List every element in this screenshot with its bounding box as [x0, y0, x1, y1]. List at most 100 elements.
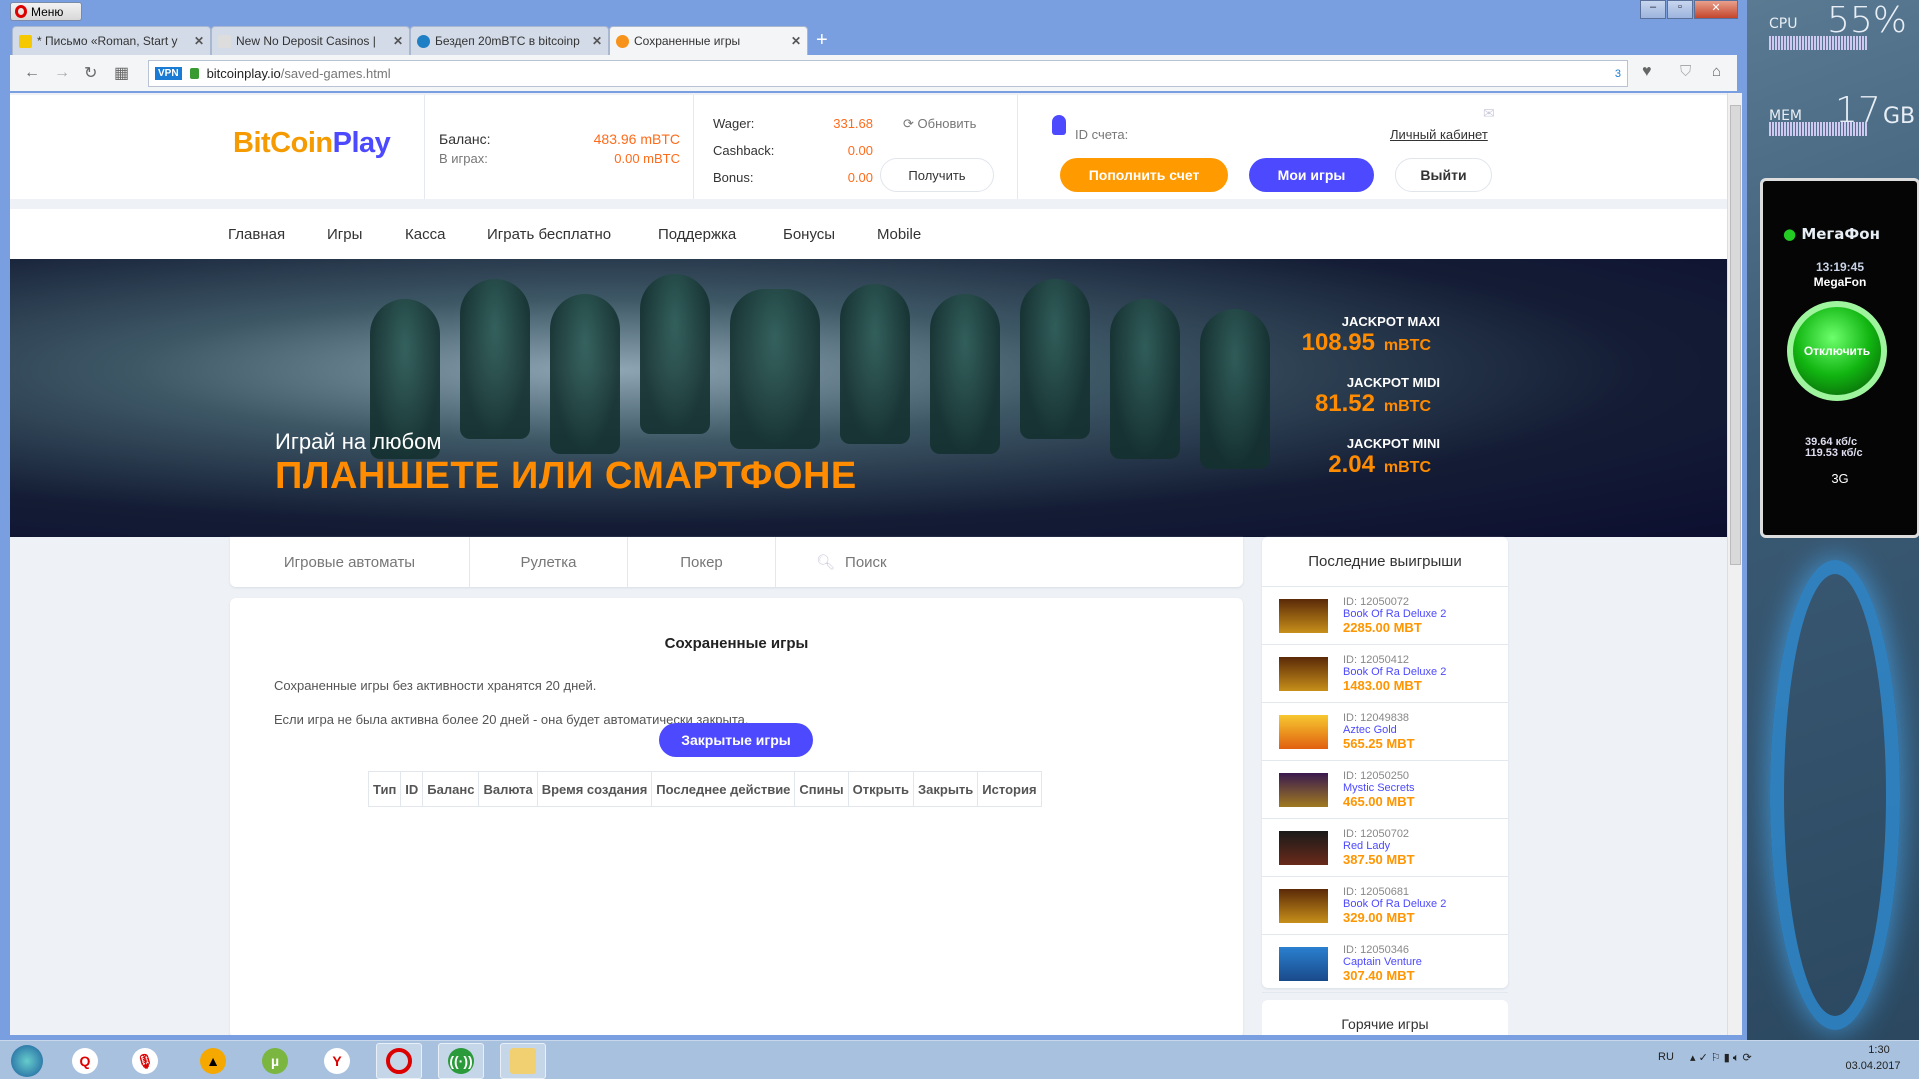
close-tab-icon[interactable]: ✕ — [393, 34, 403, 48]
tray-icons[interactable]: ▴ ✓ ⚐ ▮ 🔈︎ ⟳ — [1690, 1051, 1752, 1065]
nav-cashier[interactable]: Касса — [405, 226, 445, 243]
win-item[interactable]: ID: 12050072 Book Of Ra Deluxe 2 2285.00 M… — [1262, 587, 1508, 645]
tab-roulette[interactable]: Рулетка — [470, 537, 628, 587]
tab-title: * Письмо «Roman, Start y — [37, 34, 178, 48]
lock-icon[interactable] — [189, 68, 199, 79]
maximize-button[interactable]: ▫ — [1667, 0, 1693, 19]
win-item[interactable]: ID: 12050346 Captain Venture 307.40 MBT — [1262, 935, 1508, 993]
vpn-badge[interactable]: VPN — [155, 67, 182, 80]
win-item[interactable]: ID: 12050412 Book Of Ra Deluxe 2 1483.00 M… — [1262, 645, 1508, 703]
forward-icon[interactable]: → — [54, 64, 70, 82]
win-game-link[interactable]: Book Of Ra Deluxe 2 — [1343, 898, 1446, 910]
game-thumbnail[interactable] — [1279, 714, 1328, 749]
close-window-button[interactable]: ✕ — [1694, 0, 1738, 19]
opera-menu-button[interactable]: Меню — [10, 2, 82, 21]
page-title: Сохраненные игры — [664, 635, 809, 652]
win-game-link[interactable]: Red Lady — [1343, 840, 1415, 852]
my-games-button[interactable]: Мои игры — [1249, 158, 1374, 192]
game-thumbnail[interactable] — [1279, 888, 1328, 923]
win-item[interactable]: ID: 12050702 Red Lady 387.50 MBT — [1262, 819, 1508, 877]
win-game-link[interactable]: Mystic Secrets — [1343, 782, 1415, 794]
nav-bonuses[interactable]: Бонусы — [783, 226, 835, 243]
promo-banner[interactable]: Играй на любом ПЛАНШЕТЕ ИЛИ СМАРТФОНЕ JA… — [10, 259, 1727, 537]
tab-poker[interactable]: Покер — [628, 537, 776, 587]
adblock-count[interactable]: 3 — [1615, 68, 1621, 80]
mail-icon[interactable]: ✉ — [1483, 105, 1495, 122]
game-thumbnail[interactable] — [1279, 772, 1328, 807]
tab-slots[interactable]: Игровые автоматы — [230, 537, 470, 587]
win-game-link[interactable]: Captain Venture — [1343, 956, 1422, 968]
voice-app-icon[interactable]: 🎙︎ — [122, 1043, 168, 1079]
logout-button[interactable]: Выйти — [1395, 158, 1492, 192]
closed-games-button[interactable]: Закрытые игры — [659, 723, 813, 757]
taskbar: Q 🎙︎ ▲ µ Y ((·)) RU ▴ ✓ ⚐ ▮ 🔈︎ ⟳ 1:30 03… — [0, 1040, 1919, 1079]
win-amount: 1483.00 MBT — [1343, 678, 1422, 693]
shield-icon[interactable]: ⛉ — [1680, 63, 1691, 80]
win-game-link[interactable]: Aztec Gold — [1343, 724, 1415, 736]
search-input[interactable]: 🔍︎ Поиск — [776, 537, 1243, 587]
win-game-link[interactable]: Book Of Ra Deluxe 2 — [1343, 666, 1446, 678]
address-bar[interactable]: VPN bitcoinplay.io/saved-games.html 3 — [148, 60, 1628, 87]
browser-tab[interactable]: * Письмо «Roman, Start y ✕ — [12, 26, 211, 55]
game-thumbnail[interactable] — [1279, 830, 1328, 865]
extension-icon[interactable]: ⌂ — [1712, 63, 1721, 80]
clock-time[interactable]: 1:30 — [1854, 1044, 1904, 1056]
yandex-browser-icon[interactable]: Y — [314, 1043, 360, 1079]
minimize-button[interactable]: – — [1640, 0, 1666, 19]
get-bonus-button[interactable]: Получить — [880, 158, 994, 192]
banner-line2: ПЛАНШЕТЕ ИЛИ СМАРТФОНЕ — [275, 455, 857, 497]
game-thumbnail[interactable] — [1279, 598, 1328, 633]
scrollbar-thumb[interactable] — [1730, 105, 1741, 565]
new-tab-button[interactable]: + — [816, 26, 828, 55]
saved-games-panel: Сохраненные игры Сохраненные игры без ак… — [230, 598, 1243, 1035]
start-button[interactable] — [4, 1043, 50, 1079]
opera-icon — [15, 5, 27, 18]
site-header: BitCoinPlay Баланс: 483.96 mBTC В играх:… — [10, 95, 1727, 199]
speed-dial-icon[interactable]: ▦ — [114, 63, 130, 83]
search-app-icon[interactable]: Q — [62, 1043, 108, 1079]
mem-unit: GB — [1883, 104, 1916, 129]
cabinet-link[interactable]: Личный кабинет — [1390, 127, 1488, 142]
column-header: ID — [400, 771, 424, 807]
nav-home[interactable]: Главная — [228, 226, 285, 243]
disconnect-button[interactable]: Отключить — [1787, 301, 1887, 401]
browser-tab-active[interactable]: Сохраненные игры ✕ — [609, 26, 808, 55]
back-icon[interactable]: ← — [24, 64, 40, 82]
nav-mobile[interactable]: Mobile — [877, 226, 921, 243]
win-amount: 2285.00 MBT — [1343, 620, 1422, 635]
utorrent-icon[interactable]: µ — [252, 1043, 298, 1079]
win-item[interactable]: ID: 12050681 Book Of Ra Deluxe 2 329.00 MB… — [1262, 877, 1508, 935]
opera-taskbar-icon[interactable] — [376, 1043, 422, 1079]
wager-label: Wager: — [713, 116, 755, 131]
nav-games[interactable]: Игры — [327, 226, 362, 243]
browser-tab[interactable]: Бездеп 20mBTC в bitcoinp ✕ — [410, 26, 609, 55]
close-tab-icon[interactable]: ✕ — [592, 34, 602, 48]
browser-tab[interactable]: New No Deposit Casinos | ✕ — [211, 26, 410, 55]
tab-title: Бездеп 20mBTC в bitcoinp — [435, 34, 580, 48]
cashback-label: Cashback: — [713, 143, 775, 158]
decorative-ring — [1770, 560, 1900, 1030]
language-indicator[interactable]: RU — [1658, 1051, 1674, 1063]
win-item[interactable]: ID: 12050250 Mystic Secrets 465.00 MBT — [1262, 761, 1508, 819]
aimp-icon[interactable]: ▲ — [190, 1043, 236, 1079]
deposit-button[interactable]: Пополнить счет — [1060, 158, 1228, 192]
site-logo[interactable]: BitCoinPlay — [233, 127, 391, 160]
web-page: BitCoinPlay Баланс: 483.96 mBTC В играх:… — [10, 93, 1727, 1035]
game-thumbnail[interactable] — [1279, 946, 1328, 981]
game-thumbnail[interactable] — [1279, 656, 1328, 691]
megafon-taskbar-icon[interactable]: ((·)) — [438, 1043, 484, 1079]
refresh-link[interactable]: ⟳ Обновить — [903, 116, 976, 132]
explorer-icon[interactable] — [500, 1043, 546, 1079]
win-amount: 565.25 MBT — [1343, 736, 1415, 751]
clock-date[interactable]: 03.04.2017 — [1838, 1060, 1908, 1072]
win-game-link[interactable]: Book Of Ra Deluxe 2 — [1343, 608, 1446, 620]
reload-icon[interactable]: ↻ — [84, 63, 100, 83]
close-tab-icon[interactable]: ✕ — [791, 34, 801, 48]
close-tab-icon[interactable]: ✕ — [194, 34, 204, 48]
nav-play-free[interactable]: Играть бесплатно — [487, 226, 611, 243]
divider — [693, 95, 694, 199]
heart-icon[interactable]: ♥ — [1642, 63, 1652, 81]
nav-support[interactable]: Поддержка — [658, 226, 736, 243]
win-item[interactable]: ID: 12049838 Aztec Gold 565.25 MBT — [1262, 703, 1508, 761]
page-scrollbar[interactable] — [1727, 93, 1742, 1035]
